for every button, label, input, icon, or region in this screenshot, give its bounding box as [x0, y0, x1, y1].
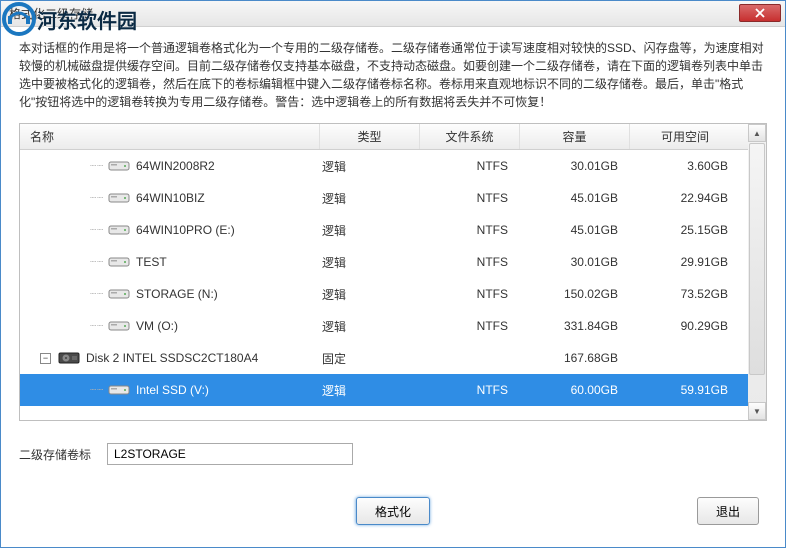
row-free: 59.91GB: [630, 383, 740, 397]
volume-label-row: 二级存储卷标: [19, 443, 767, 465]
col-name[interactable]: 名称: [20, 124, 320, 149]
col-type[interactable]: 类型: [320, 124, 420, 149]
table-body: ┈┈64WIN2008R2逻辑NTFS30.01GB3.60GB┈┈64WIN1…: [20, 150, 766, 420]
row-fs: NTFS: [420, 223, 520, 237]
row-size: 167.68GB: [520, 351, 630, 365]
row-size: 30.01GB: [520, 255, 630, 269]
table-header: 名称 类型 文件系统 容量 可用空间: [20, 124, 766, 150]
row-type: 逻辑: [320, 318, 420, 335]
table-row[interactable]: ┈┈ 64WIN10BIZ 逻辑NTFS45.01GB22.94GB: [20, 182, 766, 214]
col-free[interactable]: 可用空间: [630, 124, 740, 149]
tree-indent: ┈┈: [20, 193, 108, 204]
row-fs: NTFS: [420, 287, 520, 301]
tree-indent: ┈┈: [20, 321, 108, 332]
format-button[interactable]: 格式化: [356, 497, 430, 525]
row-free: 25.15GB: [630, 223, 740, 237]
collapse-toggle[interactable]: −: [40, 353, 51, 364]
drive-icon: [108, 223, 130, 237]
drive-icon: [108, 191, 130, 205]
close-icon: [755, 8, 765, 18]
row-size: 60.00GB: [520, 383, 630, 397]
tree-indent: ┈┈: [20, 385, 108, 396]
hdd-icon: [58, 351, 80, 365]
row-name: STORAGE (N:): [136, 287, 218, 301]
row-type: 固定: [320, 350, 420, 367]
row-free: 73.52GB: [630, 287, 740, 301]
scroll-down-button[interactable]: ▼: [748, 402, 766, 420]
row-size: 45.01GB: [520, 191, 630, 205]
row-name: 64WIN2008R2: [136, 159, 215, 173]
table-row[interactable]: ┈┈ 64WIN2008R2 逻辑NTFS30.01GB3.60GB: [20, 150, 766, 182]
row-fs: NTFS: [420, 191, 520, 205]
tree-indent: ┈┈: [20, 257, 108, 268]
row-type: 逻辑: [320, 382, 420, 399]
table-row[interactable]: ┈┈ TEST 逻辑NTFS30.01GB29.91GB: [20, 246, 766, 278]
titlebar[interactable]: 格式化二级存储: [1, 1, 785, 27]
row-type: 逻辑: [320, 254, 420, 271]
drive-icon: [108, 383, 130, 397]
row-size: 150.02GB: [520, 287, 630, 301]
exit-button[interactable]: 退出: [697, 497, 759, 525]
row-fs: NTFS: [420, 319, 520, 333]
window-title: 格式化二级存储: [1, 5, 93, 22]
row-name: 64WIN10PRO (E:): [136, 223, 235, 237]
vertical-scrollbar[interactable]: ▲ ▼: [748, 124, 766, 420]
tree-indent: ┈┈: [20, 161, 108, 172]
row-name: 64WIN10BIZ: [136, 191, 205, 205]
table-row[interactable]: − Disk 2 INTEL SSDSC2CT180A4 固定 167.68GB: [20, 342, 766, 374]
col-size[interactable]: 容量: [520, 124, 630, 149]
row-name: Disk 2 INTEL SSDSC2CT180A4: [86, 351, 258, 365]
table-row[interactable]: ┈┈ STORAGE (N:) 逻辑NTFS150.02GB73.52GB: [20, 278, 766, 310]
tree-indent: −: [20, 353, 58, 364]
row-name: VM (O:): [136, 319, 178, 333]
row-size: 30.01GB: [520, 159, 630, 173]
row-free: 22.94GB: [630, 191, 740, 205]
volume-table: 名称 类型 文件系统 容量 可用空间 ┈┈64WIN2008R2逻辑NTFS30…: [19, 123, 767, 421]
dialog-window: 格式化二级存储 河东软件园 本对话框的作用是将一个普通逻辑卷格式化为一个专用的二…: [0, 0, 786, 548]
row-size: 45.01GB: [520, 223, 630, 237]
tree-indent: ┈┈: [20, 289, 108, 300]
row-type: 逻辑: [320, 222, 420, 239]
row-fs: NTFS: [420, 255, 520, 269]
drive-icon: [108, 287, 130, 301]
row-name: Intel SSD (V:): [136, 383, 209, 397]
row-free: 90.29GB: [630, 319, 740, 333]
row-type: 逻辑: [320, 286, 420, 303]
drive-icon: [108, 159, 130, 173]
volume-label-input[interactable]: [107, 443, 353, 465]
scroll-thumb[interactable]: [749, 143, 765, 375]
table-row[interactable]: ┈┈ 64WIN10PRO (E:) 逻辑NTFS45.01GB25.15GB: [20, 214, 766, 246]
row-free: 29.91GB: [630, 255, 740, 269]
drive-icon: [108, 255, 130, 269]
row-fs: NTFS: [420, 383, 520, 397]
row-free: 3.60GB: [630, 159, 740, 173]
description-text: 本对话框的作用是将一个普通逻辑卷格式化为一个专用的二级存储卷。二级存储卷通常位于…: [1, 27, 785, 117]
scroll-up-button[interactable]: ▲: [748, 124, 766, 142]
bottom-bar: 格式化 退出: [1, 497, 785, 533]
row-name: TEST: [136, 255, 167, 269]
close-button[interactable]: [739, 4, 781, 22]
row-type: 逻辑: [320, 158, 420, 175]
volume-label-caption: 二级存储卷标: [19, 446, 107, 463]
table-row[interactable]: ┈┈ Intel SSD (V:) 逻辑NTFS60.00GB59.91GB: [20, 374, 766, 406]
row-size: 331.84GB: [520, 319, 630, 333]
col-fs[interactable]: 文件系统: [420, 124, 520, 149]
table-row[interactable]: ┈┈ VM (O:) 逻辑NTFS331.84GB90.29GB: [20, 310, 766, 342]
drive-icon: [108, 319, 130, 333]
row-type: 逻辑: [320, 190, 420, 207]
tree-indent: ┈┈: [20, 225, 108, 236]
row-fs: NTFS: [420, 159, 520, 173]
